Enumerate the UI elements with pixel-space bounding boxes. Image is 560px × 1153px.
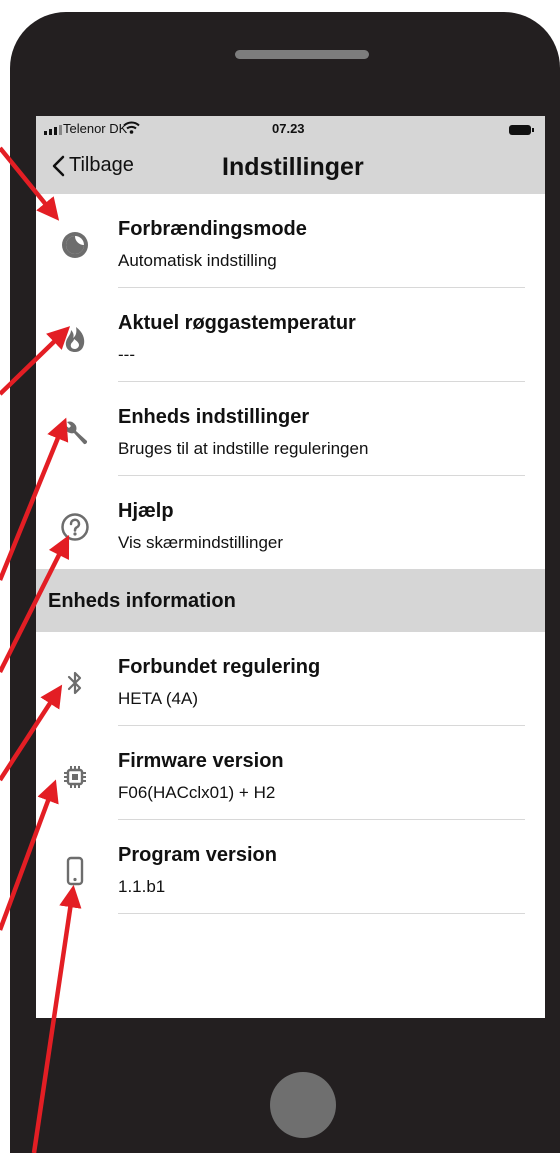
row-subtitle: HETA (4A) (118, 689, 198, 708)
wifi-icon (123, 121, 140, 137)
wrench-icon (60, 418, 90, 448)
row-title: Enheds indstillinger (118, 406, 310, 428)
bluetooth-icon (60, 668, 90, 698)
phone-icon (60, 856, 90, 886)
row-subtitle: Bruges til at indstille reguleringen (118, 439, 369, 458)
info-row-program-version[interactable]: Program version 1.1.b1 (36, 820, 545, 914)
info-row-connected-controller[interactable]: Forbundet regulering HETA (4A) (36, 632, 545, 726)
flame-icon (60, 324, 90, 354)
setting-row-combustion-mode[interactable]: Forbrændingsmode Automatisk indstilling (36, 194, 545, 288)
phone-speaker (235, 50, 369, 59)
row-title: Firmware version (118, 750, 284, 772)
row-subtitle: 1.1.b1 (118, 877, 166, 896)
row-title: Forbrændingsmode (118, 218, 307, 240)
half-moon-icon (60, 230, 90, 260)
back-label: Tilbage (69, 154, 134, 176)
row-title: Hjælp (118, 500, 174, 522)
status-bar: Telenor DK 07.23 (36, 116, 545, 142)
page-title: Indstillinger (222, 153, 364, 181)
chip-icon (60, 762, 90, 792)
row-title: Forbundet regulering (118, 656, 321, 678)
navigation-bar: Tilbage Indstillinger (36, 142, 545, 194)
row-subtitle: Automatisk indstilling (118, 251, 277, 270)
row-title: Aktuel røggastemperatur (118, 312, 356, 334)
setting-row-device-settings[interactable]: Enheds indstillinger Bruges til at indst… (36, 382, 545, 476)
question-icon (60, 512, 90, 542)
chevron-left-icon (52, 155, 65, 176)
section-header: Enheds information (36, 569, 545, 632)
back-button[interactable]: Tilbage (52, 154, 134, 177)
section-title: Enheds information (48, 590, 236, 612)
signal-icon (44, 125, 62, 135)
app-screen: Telenor DK 07.23 Tilbage Indstillinger F… (36, 116, 545, 1018)
battery-icon (509, 125, 534, 135)
row-subtitle: F06(HACclx01) + H2 (118, 783, 276, 802)
row-title: Program version (118, 844, 277, 866)
carrier-name: Telenor DK (63, 121, 128, 136)
row-divider (118, 913, 525, 914)
setting-row-flue-temperature[interactable]: Aktuel røggastemperatur --- (36, 288, 545, 382)
row-subtitle: Vis skærmindstillinger (118, 533, 284, 552)
setting-row-help[interactable]: Hjælp Vis skærmindstillinger (36, 476, 545, 569)
row-subtitle: --- (118, 345, 135, 364)
info-row-firmware-version[interactable]: Firmware version F06(HACclx01) + H2 (36, 726, 545, 820)
status-time: 07.23 (272, 121, 305, 136)
home-button[interactable] (270, 1072, 336, 1138)
